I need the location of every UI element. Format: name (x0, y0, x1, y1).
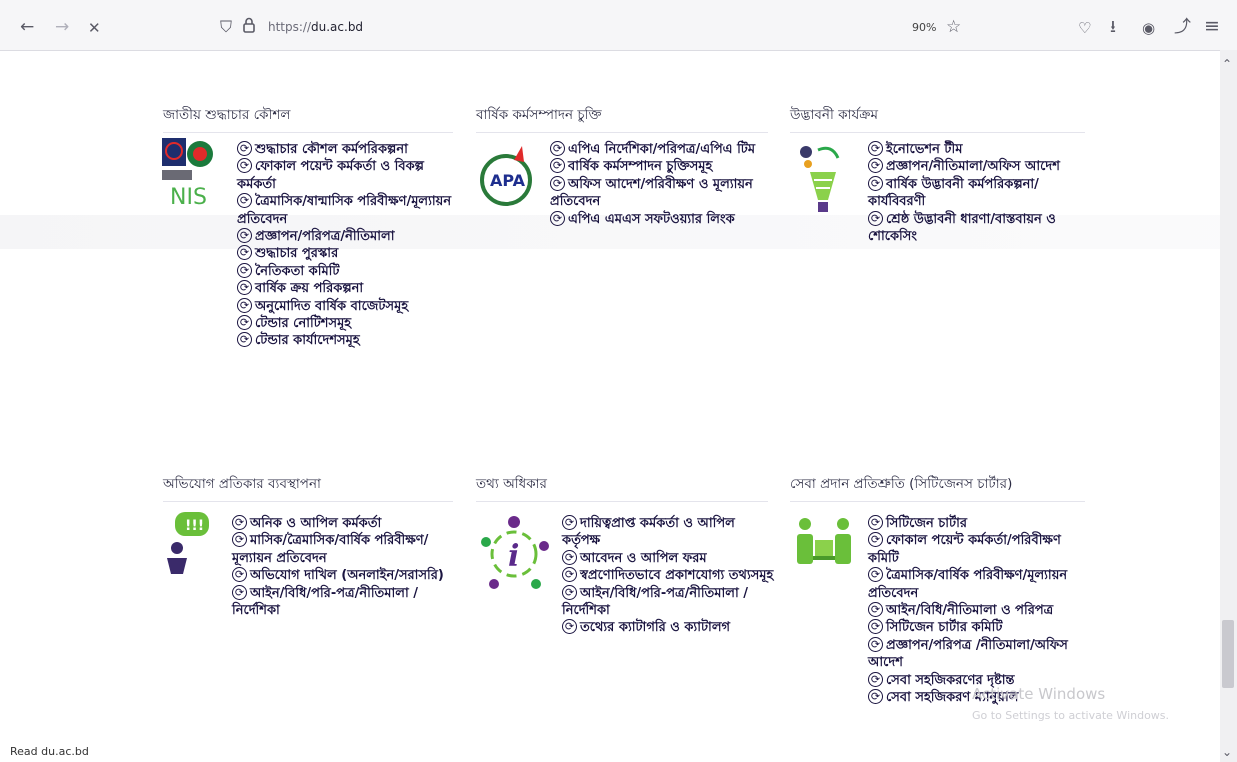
close-icon[interactable]: ✕ (88, 18, 101, 38)
url-host: du.ac.bd (311, 20, 364, 34)
section-list: অনিক ও আপিল কর্মকর্তা মাসিক/ত্রৈমাসিক/বা… (232, 515, 454, 619)
browser-toolbar: ← → ✕ ⛉ https://du.ac.bd 90% ☆ ♡ ⭳ ◉ ⤴ ≡ (0, 0, 1237, 51)
account-icon[interactable]: ◉ (1142, 18, 1155, 38)
lock-icon[interactable] (242, 17, 256, 40)
shield-icon[interactable]: ⛉ (220, 17, 232, 37)
section-heading: বার্ষিক কর্মসম্পাদন চুক্তি (476, 104, 768, 133)
scroll-down-icon[interactable]: ⌄ (1222, 742, 1232, 762)
svg-text:i: i (508, 539, 519, 574)
list-item[interactable]: বার্ষিক কর্মসম্পাদন চুক্তিসমূহ (550, 158, 768, 175)
download-icon[interactable]: ⭳ (1110, 17, 1116, 37)
list-item[interactable]: অফিস আদেশ/পরিবীক্ষণ ও মূল্যায়ন প্রতিবেদ… (550, 176, 768, 211)
list-item[interactable]: ফোকাল পয়েন্ট কর্মকর্তা/পরিবীক্ষণ কমিটি (868, 532, 1082, 567)
section-national-integrity: জাতীয় শুদ্ধাচার কৌশল (163, 104, 453, 133)
svg-text:APA: APA (490, 171, 526, 190)
pocket-icon[interactable]: ♡ (1078, 18, 1091, 38)
list-item[interactable]: প্রজ্ঞাপন/পরিপত্র /নীতিমালা/অফিস আদেশ (868, 637, 1082, 672)
list-item[interactable]: টেন্ডার কার্যাদেশসমূহ (237, 332, 455, 349)
list-item[interactable]: অনিক ও আপিল কর্মকর্তা (232, 515, 454, 532)
list-item[interactable]: অনুমোদিত বার্ষিক বাজেটসমূহ (237, 298, 455, 315)
section-list: শুদ্ধাচার কৌশল কর্মপরিকল্পনা ফোকাল পয়েন… (237, 141, 455, 350)
list-item[interactable]: শুদ্ধাচার কৌশল কর্মপরিকল্পনা (237, 141, 455, 158)
section-heading: তথ্য অধিকার (476, 473, 768, 502)
list-item[interactable]: অভিযোগ দাখিল (অনলাইন/সরাসরি) (232, 567, 454, 584)
menu-icon[interactable]: ≡ (1204, 16, 1220, 36)
apa-logo-icon: APA (478, 140, 538, 214)
list-item[interactable]: আইন/বিধি/পরি-পত্র/নীতিমালা /নির্দেশিকা (232, 585, 454, 620)
list-item[interactable]: শুদ্ধাচার পুরস্কার (237, 245, 455, 262)
section-grievance: অভিযোগ প্রতিকার ব্যবস্থাপনা (163, 473, 453, 502)
list-item[interactable]: বার্ষিক উদ্ভাবনী কর্মপরিকল্পনা/কার্যবিবর… (868, 176, 1078, 211)
star-icon[interactable]: ☆ (946, 17, 961, 37)
list-item[interactable]: আইন/বিধি/নীতিমালা ও পরিপত্র (868, 602, 1082, 619)
list-item[interactable]: সিটিজেন চার্টার কমিটি (868, 619, 1082, 636)
url-bar[interactable]: https://du.ac.bd (268, 20, 363, 34)
scrollbar-thumb[interactable] (1222, 620, 1234, 688)
back-icon[interactable]: ← (20, 17, 34, 37)
section-list: দায়িত্বপ্রাপ্ত কর্মকর্তা ও আপিল কর্তৃপক… (562, 515, 774, 637)
svg-text:NIS: NIS (170, 185, 207, 208)
list-item[interactable]: আইন/বিধি/পরি-পত্র/নীতিমালা /নির্দেশিকা (562, 585, 774, 620)
nis-logo-icon: NIS (160, 136, 222, 212)
list-item[interactable]: বার্ষিক ক্রয় পরিকল্পনা (237, 280, 455, 297)
section-heading: সেবা প্রদান প্রতিশ্রুতি (সিটিজেনস চার্টা… (790, 473, 1085, 502)
list-item[interactable]: নৈতিকতা কমিটি (237, 263, 455, 280)
section-list: সিটিজেন চার্টার ফোকাল পয়েন্ট কর্মকর্তা/… (868, 515, 1082, 706)
url-prefix: https:// (268, 20, 312, 34)
list-item[interactable]: মাসিক/ত্রৈমাসিক/বার্ষিক পরিবীক্ষণ/মূল্যা… (232, 532, 454, 567)
list-item[interactable]: টেন্ডার নোটিশসমূহ (237, 315, 455, 332)
list-item[interactable]: স্বপ্রণোদিতভাবে প্রকাশযোগ্য তথ্যসমূহ (562, 567, 774, 584)
list-item[interactable]: এপিএ নির্দেশিকা/পরিপত্র/এপিএ টিম (550, 141, 768, 158)
innovation-bulb-icon (798, 140, 844, 224)
zoom-indicator[interactable]: 90% (912, 21, 936, 34)
status-bar: Read du.ac.bd (10, 745, 89, 758)
list-item[interactable]: প্রজ্ঞাপন/পরিপত্র/নীতিমালা (237, 228, 455, 245)
list-item[interactable]: ত্রৈমাসিক/ষান্মাসিক পরিবীক্ষণ/মূল্যায়ন … (237, 193, 455, 228)
list-item[interactable]: ইনোভেশন টীম (868, 141, 1078, 158)
forward-icon[interactable]: → (55, 17, 69, 37)
section-heading: অভিযোগ প্রতিকার ব্যবস্থাপনা (163, 473, 453, 502)
citizen-charter-icon (795, 516, 855, 576)
svg-text:!!!: !!! (185, 518, 204, 534)
list-item[interactable]: এপিএ এমএস সফটওয়্যার লিংক (550, 211, 768, 228)
section-apa: বার্ষিক কর্মসম্পাদন চুক্তি (476, 104, 768, 133)
section-list: ইনোভেশন টীম প্রজ্ঞাপন/নীতিমালা/অফিস আদেশ… (868, 141, 1078, 245)
list-item[interactable]: ফোকাল পয়েন্ট কর্মকর্তা ও বিকল্প কর্মকর্… (237, 158, 455, 193)
section-heading: উদ্ভাবনী কার্যক্রম (790, 104, 1085, 133)
section-citizen-charter: সেবা প্রদান প্রতিশ্রুতি (সিটিজেনস চার্টা… (790, 473, 1085, 502)
list-item[interactable]: প্রজ্ঞাপন/নীতিমালা/অফিস আদেশ (868, 158, 1078, 175)
extensions-icon[interactable]: ⤴ (1174, 17, 1191, 37)
activate-windows-watermark: Activate Windows (972, 685, 1106, 703)
list-item[interactable]: শ্রেষ্ঠ উদ্ভাবনী ধারণা/বাস্তবায়ন ও শোকে… (868, 211, 1078, 246)
list-item[interactable]: আবেদন ও আপিল ফরম (562, 550, 774, 567)
list-item[interactable]: দায়িত্বপ্রাপ্ত কর্মকর্তা ও আপিল কর্তৃপক… (562, 515, 774, 550)
list-item[interactable]: সিটিজেন চার্টার (868, 515, 1082, 532)
section-right-to-information: তথ্য অধিকার (476, 473, 768, 502)
activate-windows-hint: Go to Settings to activate Windows. (972, 709, 1170, 722)
information-people-icon: i (474, 512, 554, 602)
scroll-up-icon[interactable]: ⌃ (1222, 54, 1232, 74)
section-innovation: উদ্ভাবনী কার্যক্রম (790, 104, 1085, 133)
list-item[interactable]: ত্রৈমাসিক/বার্ষিক পরিবীক্ষণ/মূল্যায়ন প্… (868, 567, 1082, 602)
section-list: এপিএ নির্দেশিকা/পরিপত্র/এপিএ টিম বার্ষিক… (550, 141, 768, 228)
section-heading: জাতীয় শুদ্ধাচার কৌশল (163, 104, 453, 133)
list-item[interactable]: তথ্যের ক্যাটাগরি ও ক্যাটালগ (562, 619, 774, 636)
grievance-speaker-icon: !!! (163, 510, 213, 584)
